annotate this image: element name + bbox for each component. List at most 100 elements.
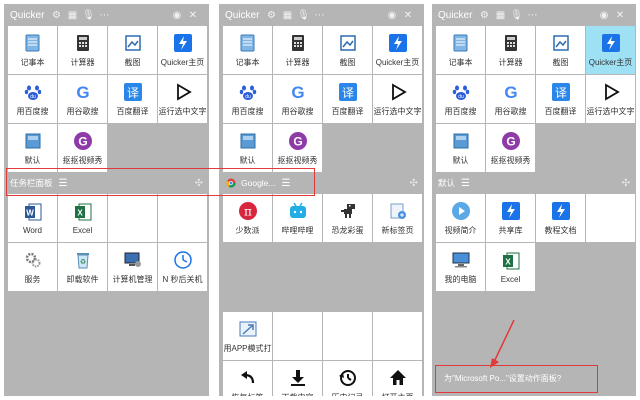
action-button-play-triangle[interactable]: 运行选中文字	[158, 75, 207, 123]
action-button-google-g[interactable]: G 用谷歌搜	[58, 75, 107, 123]
action-button-translate[interactable]: 译百度翻译	[108, 75, 157, 123]
user-icon[interactable]: ◉	[171, 9, 183, 21]
action-button-play-triangle[interactable]: 运行选中文字	[373, 75, 422, 123]
close-icon[interactable]: ✕	[402, 9, 414, 21]
more-icon[interactable]: ⋯	[313, 9, 325, 21]
action-button-history[interactable]: 历史记录	[323, 361, 372, 396]
screenshot-icon	[123, 33, 143, 53]
action-button-baidu-paw[interactable]: du 用百度搜	[8, 75, 57, 123]
action-button-google-g[interactable]: G 用谷歌搜	[486, 75, 535, 123]
action-button-excel[interactable]: X Excel	[486, 243, 535, 291]
pin-off-icon[interactable]: ✣	[410, 178, 418, 189]
svg-text:du: du	[458, 94, 464, 100]
action-button-restore-arrow[interactable]: 恢复标签	[223, 361, 272, 396]
microphone-icon[interactable]: 🎙	[82, 9, 95, 21]
action-button-play-triangle[interactable]: 运行选中文字	[586, 75, 635, 123]
empty-slot[interactable]	[108, 194, 157, 242]
action-button-home[interactable]: 打开主页	[373, 361, 422, 396]
more-icon[interactable]: ⋯	[98, 9, 110, 21]
action-button-quicker-bolt[interactable]: Quicker主页	[373, 26, 422, 74]
action-button-dino[interactable]: 恐龙彩蛋	[323, 194, 372, 242]
action-button-notepad[interactable]: 记事本	[436, 26, 485, 74]
action-button-screenshot[interactable]: 截图	[536, 26, 585, 74]
action-button-notepad[interactable]: 记事本	[8, 26, 57, 74]
action-button-translate[interactable]: 译百度翻译	[536, 75, 585, 123]
action-button-sspai-pi[interactable]: π 少数派	[223, 194, 272, 242]
action-button-baidu-paw[interactable]: du 用百度搜	[436, 75, 485, 123]
action-button-default-box[interactable]: 默认	[436, 124, 485, 172]
grid-icon[interactable]: ▦	[66, 9, 78, 21]
action-button-google-g[interactable]: G 用谷歌搜	[273, 75, 322, 123]
empty-slot[interactable]	[273, 312, 322, 360]
gear-icon[interactable]: ⚙	[265, 9, 277, 21]
grid-icon[interactable]: ▦	[281, 9, 293, 21]
close-icon[interactable]: ✕	[614, 9, 626, 21]
action-button-download[interactable]: 下载内容	[273, 361, 322, 396]
new-tab-icon	[388, 201, 408, 221]
action-label: 用谷歌搜	[494, 106, 527, 116]
action-button-calculator[interactable]: 计算器	[273, 26, 322, 74]
translate-icon: 译	[338, 82, 358, 102]
action-button-clock[interactable]: N 秒后关机	[158, 243, 207, 291]
action-button-video-g[interactable]: G 抠抠视频秀	[486, 124, 535, 172]
menu-icon[interactable]: ☰	[461, 178, 470, 189]
action-button-word[interactable]: W Word	[8, 194, 57, 242]
action-button-video-g[interactable]: G 抠抠视频秀	[273, 124, 322, 172]
action-button-excel[interactable]: X Excel	[58, 194, 107, 242]
close-icon[interactable]: ✕	[187, 9, 199, 21]
action-label: 我的电脑	[444, 274, 477, 284]
empty-slot[interactable]	[158, 194, 207, 242]
action-button-screenshot[interactable]: 截图	[108, 26, 157, 74]
annotation-arrow	[490, 319, 515, 368]
excel-icon: X	[73, 202, 93, 222]
action-button-default-box[interactable]: 默认	[223, 124, 272, 172]
gear-icon[interactable]: ⚙	[478, 9, 490, 21]
action-button-calculator[interactable]: 计算器	[486, 26, 535, 74]
action-button-bilibili-tv[interactable]: 哔哩哔哩	[273, 194, 322, 242]
empty-area	[219, 242, 424, 312]
action-label: N 秒后关机	[162, 274, 203, 284]
section-header[interactable]: 默认 ☰ ✣	[432, 174, 636, 192]
action-label: 记事本	[448, 57, 473, 67]
action-button-quicker-bolt[interactable]: Quicker主页	[158, 26, 207, 74]
action-button-quicker-bolt[interactable]: Quicker主页	[586, 26, 635, 74]
microphone-icon[interactable]: 🎙	[297, 9, 310, 21]
excel-icon: X	[501, 251, 521, 271]
action-label: 共享库	[498, 225, 523, 235]
action-label: 计算器	[285, 57, 310, 67]
more-icon[interactable]: ⋯	[526, 9, 538, 21]
empty-slot[interactable]	[586, 194, 635, 242]
action-button-app-window[interactable]: 用APP模式打开	[223, 312, 272, 360]
action-button-video-g[interactable]: G 抠抠视频秀	[58, 124, 107, 172]
action-button-new-tab[interactable]: 新标签页	[373, 194, 422, 242]
action-button-notepad[interactable]: 记事本	[223, 26, 272, 74]
action-button-video-play[interactable]: 视频简介	[436, 194, 485, 242]
action-button-default-box[interactable]: 默认	[8, 124, 57, 172]
microphone-icon[interactable]: 🎙	[510, 9, 523, 21]
pin-off-icon[interactable]: ✣	[622, 178, 630, 189]
action-button-translate[interactable]: 译百度翻译	[323, 75, 372, 123]
action-button-screenshot[interactable]: 截图	[323, 26, 372, 74]
action-button-calculator[interactable]: 计算器	[58, 26, 107, 74]
action-grid-context: W Word X Excel 服务 ♻ 卸载软件 计算机管理 N 秒后关机	[4, 194, 209, 291]
grid-icon[interactable]: ▦	[494, 9, 506, 21]
play-triangle-icon	[601, 82, 621, 102]
user-icon[interactable]: ◉	[598, 9, 610, 21]
screenshot-icon	[551, 33, 571, 53]
user-icon[interactable]: ◉	[386, 9, 398, 21]
action-button-quicker-bolt[interactable]: 共享库	[486, 194, 535, 242]
calculator-icon	[73, 33, 93, 53]
action-label: 百度翻译	[116, 106, 149, 116]
gear-icon[interactable]: ⚙	[50, 9, 62, 21]
action-button-recycle[interactable]: ♻ 卸载软件	[58, 243, 107, 291]
empty-slot-icon	[288, 324, 308, 344]
empty-slot-icon	[601, 206, 621, 226]
empty-slot[interactable]	[373, 312, 422, 360]
action-button-baidu-paw[interactable]: du 用百度搜	[223, 75, 272, 123]
empty-slot[interactable]	[323, 312, 372, 360]
action-button-services-gear[interactable]: 服务	[8, 243, 57, 291]
action-button-quicker-bolt[interactable]: 教程文档	[536, 194, 585, 242]
action-button-computer-manage[interactable]: 计算机管理	[108, 243, 157, 291]
action-button-computer[interactable]: 我的电脑	[436, 243, 485, 291]
action-label: 截图	[339, 57, 356, 67]
